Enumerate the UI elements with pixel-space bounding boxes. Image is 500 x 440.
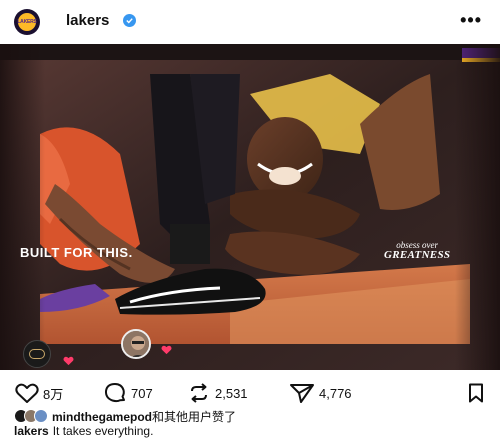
post-caption: lakers It takes everything. bbox=[14, 424, 153, 438]
shares-count: 4,776 bbox=[319, 385, 352, 401]
brand-text-bottom: GREATNESS bbox=[384, 249, 451, 261]
post-header: LAKERS lakers ••• bbox=[0, 0, 500, 44]
liker-username[interactable]: mindthegamepod bbox=[52, 410, 152, 424]
podcast-logo-icon bbox=[29, 349, 45, 359]
likes-count: 8万 bbox=[43, 386, 64, 402]
tagged-account-avatar[interactable] bbox=[23, 340, 51, 368]
share-button[interactable]: 4,776 bbox=[289, 382, 352, 404]
liked-heart-icon bbox=[63, 356, 74, 366]
repost-icon bbox=[191, 383, 207, 403]
tagged-user-avatar[interactable] bbox=[121, 329, 151, 359]
action-bar: 8万 707 2,531 4,776 bbox=[0, 380, 500, 408]
obsess-over-greatness-logo: obsess over GREATNESS bbox=[384, 241, 450, 261]
repost-button[interactable]: 2,531 bbox=[187, 382, 248, 404]
reposts-count: 2,531 bbox=[215, 385, 248, 401]
liked-by-row[interactable]: mindthegamepod和其他用户赞了 bbox=[14, 408, 236, 425]
post-headline: BUILT FOR THIS. bbox=[20, 245, 133, 260]
comments-count: 707 bbox=[131, 385, 153, 401]
post-photo-illustration bbox=[0, 44, 500, 370]
liked-by-text: mindthegamepod和其他用户赞了 bbox=[52, 408, 236, 425]
lakers-logo-icon: LAKERS bbox=[17, 13, 37, 31]
avatar-logo-text: LAKERS bbox=[17, 19, 37, 25]
verified-badge-icon bbox=[123, 14, 136, 27]
send-icon bbox=[290, 384, 314, 403]
caption-text: It takes everything. bbox=[52, 424, 154, 438]
lakers-avatar[interactable]: LAKERS bbox=[14, 9, 40, 35]
comment-button[interactable]: 707 bbox=[103, 382, 153, 404]
liked-heart-icon-2 bbox=[161, 345, 172, 355]
post-image[interactable]: BUILT FOR THIS. obsess over GREATNESS bbox=[0, 44, 500, 370]
liker-avatar-3 bbox=[34, 409, 48, 423]
caption-author[interactable]: lakers bbox=[14, 424, 49, 438]
username[interactable]: lakers bbox=[66, 12, 109, 29]
like-button[interactable]: 8万 bbox=[15, 382, 63, 404]
heart-icon bbox=[15, 383, 39, 403]
liked-by-suffix: 和其他用户赞了 bbox=[152, 409, 237, 424]
bookmark-icon[interactable] bbox=[468, 383, 484, 403]
more-options-button[interactable]: ••• bbox=[460, 10, 482, 31]
comment-icon bbox=[104, 383, 125, 403]
